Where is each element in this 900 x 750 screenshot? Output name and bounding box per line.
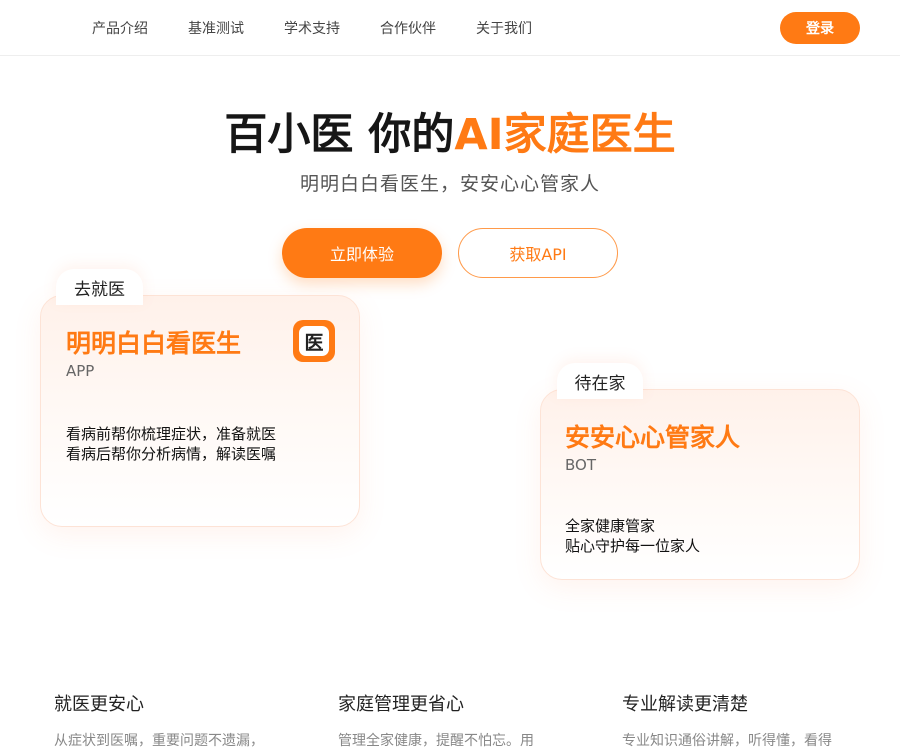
- tab-go-to-doctor[interactable]: 去就医: [56, 269, 143, 305]
- hero-title-accent: AI家庭医生: [454, 110, 676, 160]
- feature-interpret: 专业解读更清楚 专业知识通俗讲解，听得懂，看得: [622, 690, 862, 750]
- feature-title: 就医更安心: [54, 694, 144, 715]
- card-bot-kind: BOT: [565, 456, 596, 474]
- card-bot-desc-line: 贴心守护每一位家人: [565, 537, 701, 555]
- nav-links: 产品介绍 基准测试 学术支持 合作伙伴 关于我们: [92, 0, 572, 56]
- card-bot-desc: 全家健康管家 贴心守护每一位家人: [565, 516, 825, 556]
- feature-text: 从症状到医嘱，重要问题不遗漏，: [54, 733, 264, 749]
- top-nav: 产品介绍 基准测试 学术支持 合作伙伴 关于我们 登录: [0, 0, 900, 56]
- card-bot-title: 安安心心管家人: [565, 423, 741, 452]
- nav-link-academic[interactable]: 学术支持: [284, 18, 340, 38]
- card-bot[interactable]: 安安心心管家人 BOT 全家健康管家 贴心守护每一位家人: [540, 389, 860, 580]
- card-app-desc-line: 看病后帮你分析病情，解读医嘱: [66, 445, 277, 463]
- tab-stay-home[interactable]: 待在家: [557, 363, 643, 399]
- card-app-kind: APP: [66, 362, 95, 380]
- feature-doctor: 就医更安心 从症状到医嘱，重要问题不遗漏，: [54, 690, 294, 750]
- feature-title: 专业解读更清楚: [622, 694, 748, 715]
- card-app[interactable]: 明明白白看医生 医 APP 看病前帮你梳理症状，准备就医 看病后帮你分析病情，解…: [40, 295, 360, 527]
- hero-title: 百小医 你的AI家庭医生: [0, 100, 900, 162]
- feature-family: 家庭管理更省心 管理全家健康，提醒不怕忘。用: [338, 690, 578, 750]
- nav-link-products[interactable]: 产品介绍: [92, 18, 148, 38]
- card-app-title: 明明白白看医生: [66, 329, 242, 358]
- feature-text: 专业知识通俗讲解，听得懂，看得: [622, 733, 832, 749]
- nav-link-benchmark[interactable]: 基准测试: [188, 18, 244, 38]
- hero-title-main: 百小医 你的: [224, 110, 455, 160]
- card-app-desc: 看病前帮你梳理症状，准备就医 看病后帮你分析病情，解读医嘱: [66, 424, 281, 464]
- login-button[interactable]: 登录: [780, 12, 860, 44]
- try-now-button[interactable]: 立即体验: [282, 228, 442, 278]
- nav-link-about[interactable]: 关于我们: [476, 18, 532, 38]
- nav-link-partners[interactable]: 合作伙伴: [380, 18, 436, 38]
- app-icon-glyph: 医: [299, 326, 329, 356]
- feature-text: 管理全家健康，提醒不怕忘。用: [338, 733, 534, 749]
- get-api-button[interactable]: 获取API: [458, 228, 618, 278]
- card-app-desc-line: 看病前帮你梳理症状，准备就医: [66, 425, 277, 443]
- feature-title: 家庭管理更省心: [338, 694, 464, 715]
- medical-app-icon: 医: [293, 320, 335, 362]
- card-bot-desc-line: 全家健康管家: [565, 517, 656, 535]
- hero-subtitle: 明明白白看医生，安安心心管家人: [299, 173, 600, 195]
